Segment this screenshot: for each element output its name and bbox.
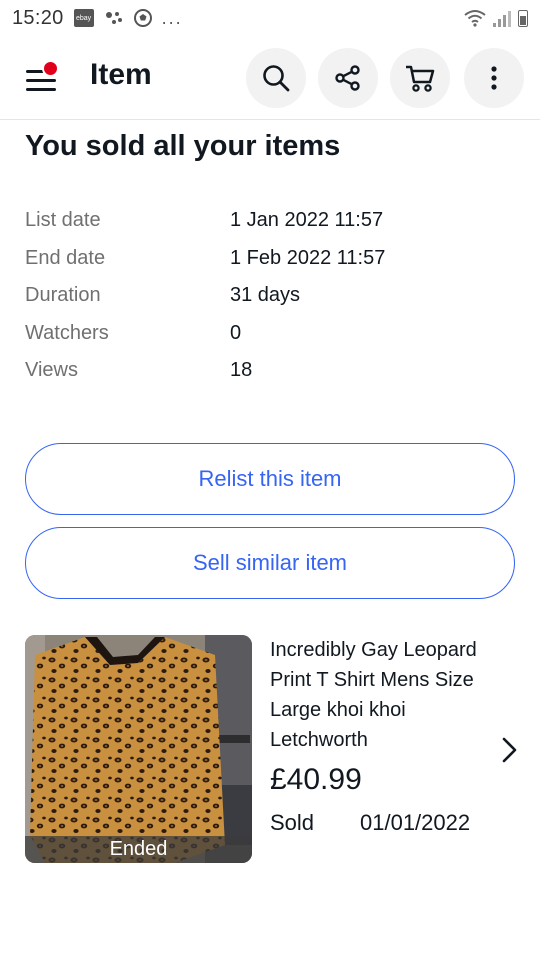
page-title: Item <box>90 58 152 91</box>
item-title[interactable]: Incredibly Gay Leopard Print T Shirt Men… <box>270 635 500 755</box>
sold-headline: You sold all your items <box>25 130 341 162</box>
more-notifications-indicator: ... <box>161 7 183 28</box>
search-button[interactable] <box>246 48 306 108</box>
menu-button[interactable] <box>22 60 62 96</box>
relist-button[interactable]: Relist this item <box>25 443 515 515</box>
detail-label: End date <box>25 246 106 269</box>
item-price: £40.99 <box>270 763 362 796</box>
wifi-icon <box>464 10 486 27</box>
detail-row-duration: Duration 31 days <box>25 277 515 315</box>
share-button[interactable] <box>318 48 378 108</box>
listing-details: List date 1 Jan 2022 11:57 End date 1 Fe… <box>25 202 515 390</box>
item-card[interactable]: Ended Incredibly Gay Leopard Print T Shi… <box>25 635 517 863</box>
detail-value: 0 <box>230 321 242 344</box>
detail-label: Duration <box>25 284 101 307</box>
detail-value: 18 <box>230 359 253 382</box>
chevron-right-icon[interactable] <box>500 735 520 765</box>
item-status: Sold <box>270 810 315 835</box>
detail-row-watchers: Watchers 0 <box>25 315 515 353</box>
item-photo <box>25 635 252 863</box>
cart-icon <box>406 65 435 92</box>
detail-value: 31 days <box>230 284 301 307</box>
status-notifications: ebay ... <box>73 7 183 29</box>
more-options-button[interactable] <box>464 48 524 108</box>
detail-label: Watchers <box>25 321 109 344</box>
battery-icon <box>518 9 528 27</box>
item-thumbnail: Ended <box>25 635 252 863</box>
sell-similar-button[interactable]: Sell similar item <box>25 527 515 599</box>
detail-row-views: Views 18 <box>25 352 515 390</box>
ebay-notification-icon: ebay <box>73 9 94 27</box>
soccer-ball-icon <box>133 9 152 27</box>
detail-row-list-date: List date 1 Jan 2022 11:57 <box>25 202 515 240</box>
cart-button[interactable] <box>390 48 450 108</box>
signal-icon <box>493 11 511 27</box>
detail-value: 1 Jan 2022 11:57 <box>230 209 384 232</box>
detail-label: Views <box>25 359 78 382</box>
menu-icon-line <box>26 79 56 82</box>
item-sold-date: 01/01/2022 <box>360 810 471 835</box>
app-bar: Item <box>0 36 540 120</box>
search-icon <box>263 65 290 92</box>
status-bar: 15:20 ebay ... <box>0 0 540 36</box>
ended-badge: Ended <box>25 836 252 863</box>
detail-value: 1 Feb 2022 11:57 <box>230 246 386 269</box>
assistant-icon <box>105 12 122 24</box>
notification-dot <box>42 60 59 77</box>
status-right <box>464 9 528 27</box>
menu-icon-line <box>26 88 56 91</box>
more-icon <box>491 66 497 90</box>
detail-label: List date <box>25 209 101 232</box>
status-time: 15:20 <box>12 6 64 29</box>
share-icon <box>335 65 360 91</box>
detail-row-end-date: End date 1 Feb 2022 11:57 <box>25 240 515 278</box>
